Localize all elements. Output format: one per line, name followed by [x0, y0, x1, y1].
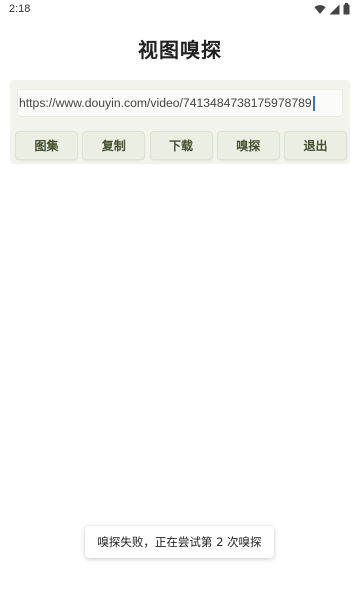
exit-button[interactable]: 退出	[284, 131, 347, 160]
download-button[interactable]: 下载	[149, 131, 213, 160]
sniff-button[interactable]: 嗅探	[216, 131, 280, 160]
text-cursor	[312, 96, 315, 112]
url-input[interactable]: https://www.douyin.com/video/74134847381…	[17, 89, 343, 117]
status-time: 2:18	[9, 3, 31, 15]
url-input-text: https://www.douyin.com/video/74134847381…	[19, 96, 312, 110]
cellular-signal-icon	[329, 4, 340, 15]
wifi-icon	[314, 4, 326, 15]
status-icons	[314, 3, 350, 15]
battery-icon	[343, 3, 350, 15]
gallery-button[interactable]: 图集	[15, 131, 78, 160]
status-bar: 2:18	[0, 0, 360, 22]
toast-message: 嗅探失败，正在尝试第 2 次嗅探	[85, 526, 274, 558]
action-button-row: 图集 复制 下载 嗅探 退出	[15, 131, 347, 161]
copy-button[interactable]: 复制	[82, 131, 146, 160]
page-title: 视图嗅探	[138, 38, 222, 62]
url-card: https://www.douyin.com/video/74134847381…	[10, 80, 350, 164]
